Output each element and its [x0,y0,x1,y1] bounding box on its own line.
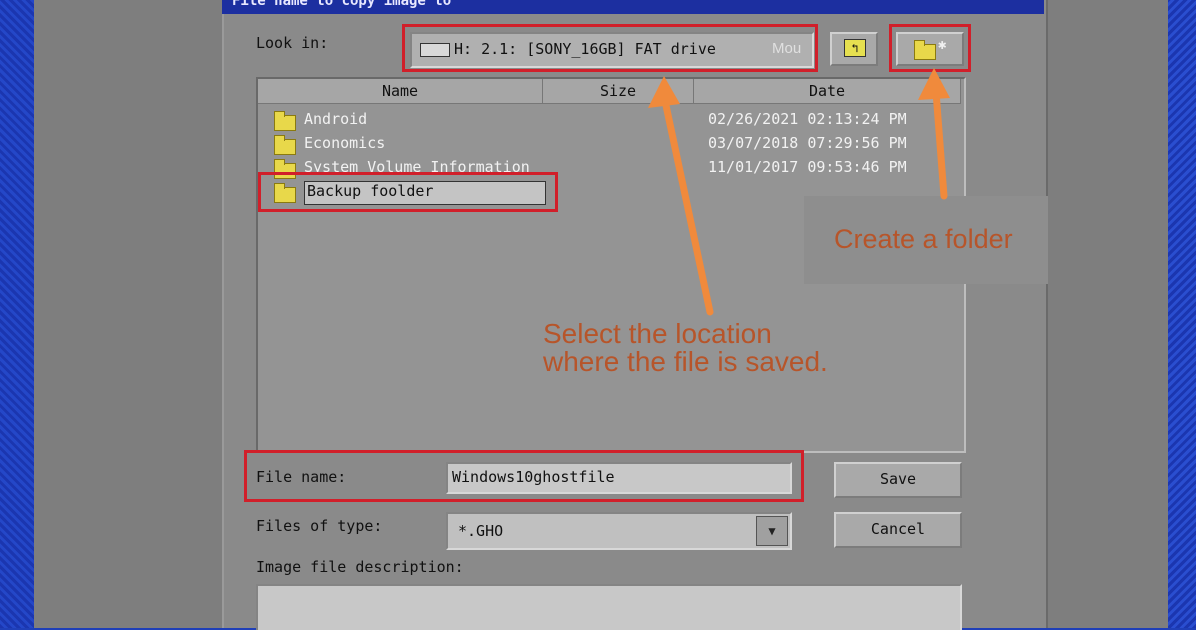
arrow-to-new-folder-head [918,68,950,100]
arrow-to-look-in-head [648,76,680,108]
arrow-to-new-folder [932,88,948,200]
arrow-to-look-in [660,92,714,316]
annotation-arrows [648,68,950,316]
